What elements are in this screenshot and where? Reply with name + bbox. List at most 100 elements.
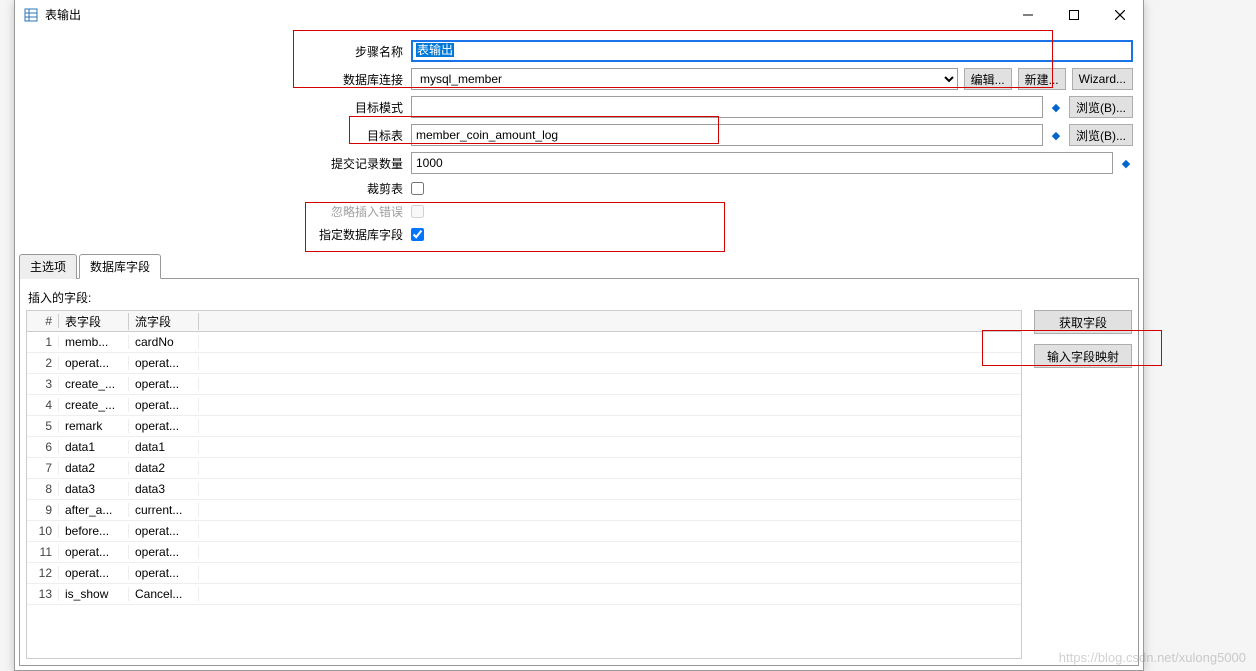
target-table-input[interactable]	[411, 124, 1043, 146]
cell-num: 4	[27, 398, 59, 412]
cell-table-field[interactable]: create_...	[59, 398, 129, 412]
cell-stream-field[interactable]: Cancel...	[129, 587, 199, 601]
row-db-connection: 数据库连接 mysql_member 编辑... 新建... Wizard...	[25, 68, 1133, 90]
table-row[interactable]: 1memb...cardNo	[27, 332, 1021, 353]
cell-num: 3	[27, 377, 59, 391]
cell-stream-field[interactable]: operat...	[129, 545, 199, 559]
col-num: #	[27, 314, 59, 328]
browse-table-button[interactable]: 浏览(B)...	[1069, 124, 1133, 146]
table-row[interactable]: 12operat...operat...	[27, 563, 1021, 584]
fields-table[interactable]: # 表字段 流字段 1memb...cardNo2operat...operat…	[26, 310, 1022, 659]
table-row[interactable]: 11operat...operat...	[27, 542, 1021, 563]
input-field-mapping-button[interactable]: 输入字段映射	[1034, 344, 1132, 368]
cell-table-field[interactable]: after_a...	[59, 503, 129, 517]
cell-stream-field[interactable]: operat...	[129, 356, 199, 370]
cell-num: 5	[27, 419, 59, 433]
table-row[interactable]: 10before...operat...	[27, 521, 1021, 542]
row-step-name: 步骤名称 表输出	[25, 40, 1133, 62]
cell-table-field[interactable]: memb...	[59, 335, 129, 349]
truncate-checkbox[interactable]	[411, 182, 424, 195]
cell-num: 2	[27, 356, 59, 370]
close-button[interactable]	[1097, 0, 1143, 30]
table-row[interactable]: 7data2data2	[27, 458, 1021, 479]
cell-stream-field[interactable]: current...	[129, 503, 199, 517]
table-row[interactable]: 5remarkoperat...	[27, 416, 1021, 437]
table-row[interactable]: 8data3data3	[27, 479, 1021, 500]
cell-stream-field[interactable]: data1	[129, 440, 199, 454]
cell-stream-field[interactable]: operat...	[129, 398, 199, 412]
cell-stream-field[interactable]: operat...	[129, 419, 199, 433]
table-output-dialog: 表输出 步骤名称 表输出 数据库连接 mysql_member 编辑... 新建…	[14, 0, 1144, 671]
cell-table-field[interactable]: is_show	[59, 587, 129, 601]
target-schema-input[interactable]	[411, 96, 1043, 118]
window-buttons	[1005, 0, 1143, 30]
cell-table-field[interactable]: before...	[59, 524, 129, 538]
cell-table-field[interactable]: data1	[59, 440, 129, 454]
cell-num: 10	[27, 524, 59, 538]
tab-database-fields[interactable]: 数据库字段	[79, 254, 161, 279]
insert-fields-label: 插入的字段:	[28, 289, 1132, 306]
commit-size-input[interactable]	[411, 152, 1113, 174]
truncate-label: 裁剪表	[25, 180, 405, 197]
fields-panel: 插入的字段: # 表字段 流字段 1memb...cardNo2operat..…	[19, 278, 1139, 666]
cell-stream-field[interactable]: operat...	[129, 566, 199, 580]
table-row[interactable]: 2operat...operat...	[27, 353, 1021, 374]
cell-num: 12	[27, 566, 59, 580]
tab-main[interactable]: 主选项	[19, 254, 77, 279]
cell-table-field[interactable]: operat...	[59, 545, 129, 559]
cell-stream-field[interactable]: operat...	[129, 377, 199, 391]
edit-connection-button[interactable]: 编辑...	[964, 68, 1012, 90]
db-conn-label: 数据库连接	[25, 71, 405, 88]
maximize-button[interactable]	[1051, 0, 1097, 30]
table-row[interactable]: 3create_...operat...	[27, 374, 1021, 395]
cell-num: 13	[27, 587, 59, 601]
cell-stream-field[interactable]: cardNo	[129, 335, 199, 349]
cell-num: 7	[27, 461, 59, 475]
target-schema-label: 目标模式	[25, 99, 405, 116]
diamond-icon	[1049, 124, 1063, 146]
cell-num: 1	[27, 335, 59, 349]
minimize-button[interactable]	[1005, 0, 1051, 30]
cell-table-field[interactable]: create_...	[59, 377, 129, 391]
table-row[interactable]: 6data1data1	[27, 437, 1021, 458]
cell-num: 6	[27, 440, 59, 454]
cell-num: 9	[27, 503, 59, 517]
row-target-table: 目标表 浏览(B)...	[25, 124, 1133, 146]
new-connection-button[interactable]: 新建...	[1018, 68, 1066, 90]
step-name-label: 步骤名称	[25, 43, 405, 60]
step-name-input[interactable]: 表输出	[411, 40, 1133, 62]
titlebar: 表输出	[15, 0, 1143, 30]
cell-table-field[interactable]: data2	[59, 461, 129, 475]
cell-table-field[interactable]: operat...	[59, 356, 129, 370]
table-row[interactable]: 4create_...operat...	[27, 395, 1021, 416]
cell-stream-field[interactable]: operat...	[129, 524, 199, 538]
row-target-schema: 目标模式 浏览(B)...	[25, 96, 1133, 118]
form-area: 步骤名称 表输出 数据库连接 mysql_member 编辑... 新建... …	[15, 30, 1143, 243]
dialog-title: 表输出	[45, 6, 1005, 23]
row-truncate: 裁剪表	[25, 180, 1133, 197]
cell-table-field[interactable]: remark	[59, 419, 129, 433]
target-table-label: 目标表	[25, 127, 405, 144]
cell-table-field[interactable]: operat...	[59, 566, 129, 580]
cell-num: 8	[27, 482, 59, 496]
cell-stream-field[interactable]: data2	[129, 461, 199, 475]
diamond-icon	[1119, 152, 1133, 174]
cell-stream-field[interactable]: data3	[129, 482, 199, 496]
table-row[interactable]: 13is_showCancel...	[27, 584, 1021, 605]
cell-table-field[interactable]: data3	[59, 482, 129, 496]
db-conn-select[interactable]: mysql_member	[411, 68, 958, 90]
commit-size-label: 提交记录数量	[25, 155, 405, 172]
table-row[interactable]: 9after_a...current...	[27, 500, 1021, 521]
table-icon	[23, 7, 39, 23]
row-ignore-errors: 忽略插入错误	[25, 203, 1133, 220]
cell-num: 11	[27, 545, 59, 559]
row-commit-size: 提交记录数量	[25, 152, 1133, 174]
col-stream-field: 流字段	[129, 313, 199, 330]
wizard-button[interactable]: Wizard...	[1072, 68, 1133, 90]
get-fields-button[interactable]: 获取字段	[1034, 310, 1132, 334]
specify-fields-checkbox[interactable]	[411, 228, 424, 241]
ignore-errors-label: 忽略插入错误	[25, 203, 405, 220]
diamond-icon	[1049, 96, 1063, 118]
browse-schema-button[interactable]: 浏览(B)...	[1069, 96, 1133, 118]
ignore-errors-checkbox	[411, 205, 424, 218]
